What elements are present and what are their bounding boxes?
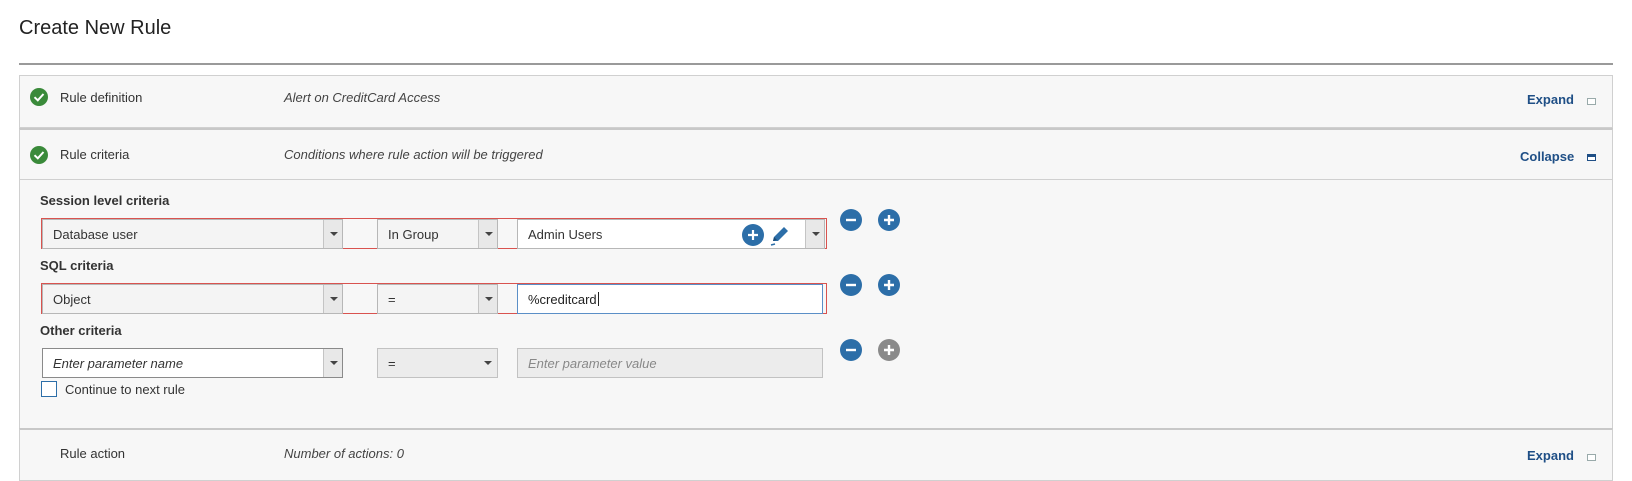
session-criteria-label: Session level criteria [40, 193, 170, 208]
rule-definition-label: Rule definition [60, 90, 143, 105]
rule-criteria-collapse-link[interactable]: Collapse [1520, 149, 1574, 164]
rule-criteria-summary: Conditions where rule action will be tri… [284, 147, 543, 162]
remove-sql-criteria-button[interactable] [840, 274, 862, 296]
check-circle-icon [30, 146, 48, 164]
rule-action-label: Rule action [60, 446, 126, 461]
pencil-icon[interactable] [768, 223, 792, 247]
sql-criteria-label: SQL criteria [40, 258, 114, 273]
other-criteria-label: Other criteria [40, 323, 122, 338]
sql-field-dropdown[interactable]: Object [42, 284, 343, 314]
other-field-placeholder: Enter parameter name [53, 356, 184, 371]
chevron-down-icon[interactable] [805, 220, 824, 248]
rule-criteria-label: Rule criteria [60, 147, 130, 162]
chevron-down-icon[interactable] [478, 349, 497, 377]
sql-operator-value: = [388, 292, 396, 307]
sql-value-text: %creditcard [528, 292, 597, 307]
rule-criteria-body: Session level criteria Database user In … [19, 180, 1613, 428]
chevron-down-icon[interactable] [478, 285, 497, 313]
collapse-icon[interactable] [1587, 154, 1596, 161]
expand-icon[interactable] [1587, 454, 1596, 461]
session-operator-dropdown[interactable]: In Group [377, 219, 498, 249]
add-sql-criteria-button[interactable] [878, 274, 900, 296]
text-cursor [597, 292, 599, 306]
remove-session-criteria-button[interactable] [840, 209, 862, 231]
chevron-down-icon[interactable] [323, 220, 342, 248]
chevron-down-icon[interactable] [323, 285, 342, 313]
other-value-placeholder: Enter parameter value [528, 356, 657, 371]
continue-to-next-rule-label[interactable]: Continue to next rule [65, 382, 185, 397]
remove-other-criteria-button[interactable] [840, 339, 862, 361]
title-divider [19, 63, 1613, 65]
rule-criteria-section: Rule criteria Conditions where rule acti… [19, 128, 1613, 180]
other-field-dropdown[interactable]: Enter parameter name [42, 348, 343, 378]
continue-to-next-rule-checkbox[interactable] [41, 381, 57, 397]
session-field-dropdown[interactable]: Database user [42, 219, 343, 249]
session-operator-value: In Group [388, 227, 439, 242]
page-title: Create New Rule [19, 17, 172, 39]
chevron-down-icon[interactable] [323, 349, 342, 377]
rule-action-expand-link[interactable]: Expand [1527, 448, 1574, 463]
rule-definition-summary: Alert on CreditCard Access [284, 90, 441, 105]
check-circle-icon [30, 88, 48, 106]
session-field-value: Database user [53, 227, 138, 242]
add-group-icon[interactable] [742, 224, 764, 246]
sql-operator-dropdown[interactable]: = [377, 284, 498, 314]
sql-field-value: Object [53, 292, 91, 307]
other-operator-value: = [388, 356, 396, 371]
session-value-text: Admin Users [528, 227, 603, 242]
add-session-criteria-button[interactable] [878, 209, 900, 231]
rule-action-section: Rule action Number of actions: 0 Expand [19, 428, 1613, 481]
rule-definition-expand-link[interactable]: Expand [1527, 92, 1574, 107]
sql-value-input[interactable]: %creditcard [517, 284, 823, 314]
other-value-input[interactable]: Enter parameter value [517, 348, 823, 378]
add-other-criteria-button[interactable] [878, 339, 900, 361]
session-value-dropdown[interactable]: Admin Users [517, 219, 825, 249]
expand-icon[interactable] [1587, 98, 1596, 105]
rule-definition-section: Rule definition Alert on CreditCard Acce… [19, 75, 1613, 128]
chevron-down-icon[interactable] [478, 220, 497, 248]
other-operator-dropdown[interactable]: = [377, 348, 498, 378]
rule-action-summary: Number of actions: 0 [284, 446, 404, 461]
